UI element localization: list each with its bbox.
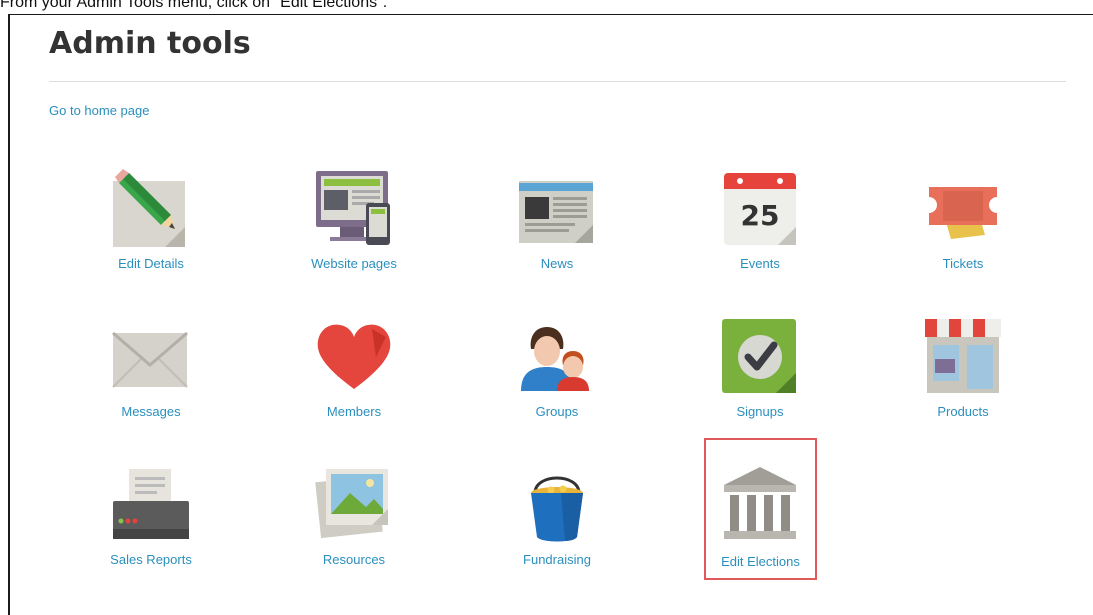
page-title: Admin tools	[49, 26, 251, 61]
tool-messages[interactable]: Messages	[91, 301, 211, 439]
newspaper-icon	[519, 181, 593, 243]
building-icon	[724, 467, 796, 539]
tool-label: Resources	[322, 552, 386, 567]
photo-icon	[315, 469, 388, 539]
tool-label: Edit Details	[118, 256, 184, 271]
storefront-icon	[925, 319, 1001, 393]
tool-sales-reports[interactable]: Sales Reports	[91, 449, 211, 587]
home-link[interactable]: Go to home page	[49, 103, 149, 118]
calendar-icon: 25	[724, 173, 796, 245]
tool-fundraising[interactable]: Fundraising	[497, 449, 617, 587]
tool-tickets[interactable]: Tickets	[903, 153, 1023, 291]
tool-products[interactable]: Products	[903, 301, 1023, 439]
checkmark-icon	[722, 319, 796, 393]
pencil-icon	[113, 169, 185, 247]
heart-icon	[317, 324, 391, 389]
tool-label: Edit Elections	[721, 554, 800, 569]
tool-members[interactable]: Members	[294, 301, 414, 439]
tool-signups[interactable]: Signups	[700, 301, 820, 439]
ticket-icon	[929, 187, 997, 239]
tool-label: Events	[740, 256, 780, 271]
tool-events[interactable]: 25 Events	[700, 153, 820, 291]
tool-label: Members	[326, 404, 382, 419]
tool-edit-details[interactable]: Edit Details	[91, 153, 211, 291]
tool-label: Signups	[736, 404, 784, 419]
tool-groups[interactable]: Groups	[497, 301, 617, 439]
envelope-icon	[112, 331, 188, 388]
tool-label: News	[540, 256, 574, 271]
tool-label: Sales Reports	[110, 552, 192, 567]
tool-label: Products	[937, 404, 989, 419]
bucket-icon	[531, 476, 583, 542]
people-icon	[521, 327, 589, 391]
tool-label: Website pages	[311, 256, 397, 271]
website-icon	[316, 171, 390, 245]
printer-icon	[113, 469, 189, 539]
divider	[49, 81, 1066, 82]
tool-resources[interactable]: Resources	[294, 449, 414, 587]
tool-news[interactable]: News	[497, 153, 617, 291]
tool-label: Groups	[535, 404, 579, 419]
tool-edit-elections[interactable]: Edit Elections	[704, 438, 817, 580]
tool-label: Tickets	[942, 256, 984, 271]
instruction-text: From your Admin Tools menu, click on "Ed…	[0, 0, 388, 11]
svg-text:25: 25	[741, 199, 780, 232]
tool-label: Messages	[121, 404, 181, 419]
tool-website-pages[interactable]: Website pages	[294, 153, 414, 291]
tool-label: Fundraising	[523, 552, 591, 567]
